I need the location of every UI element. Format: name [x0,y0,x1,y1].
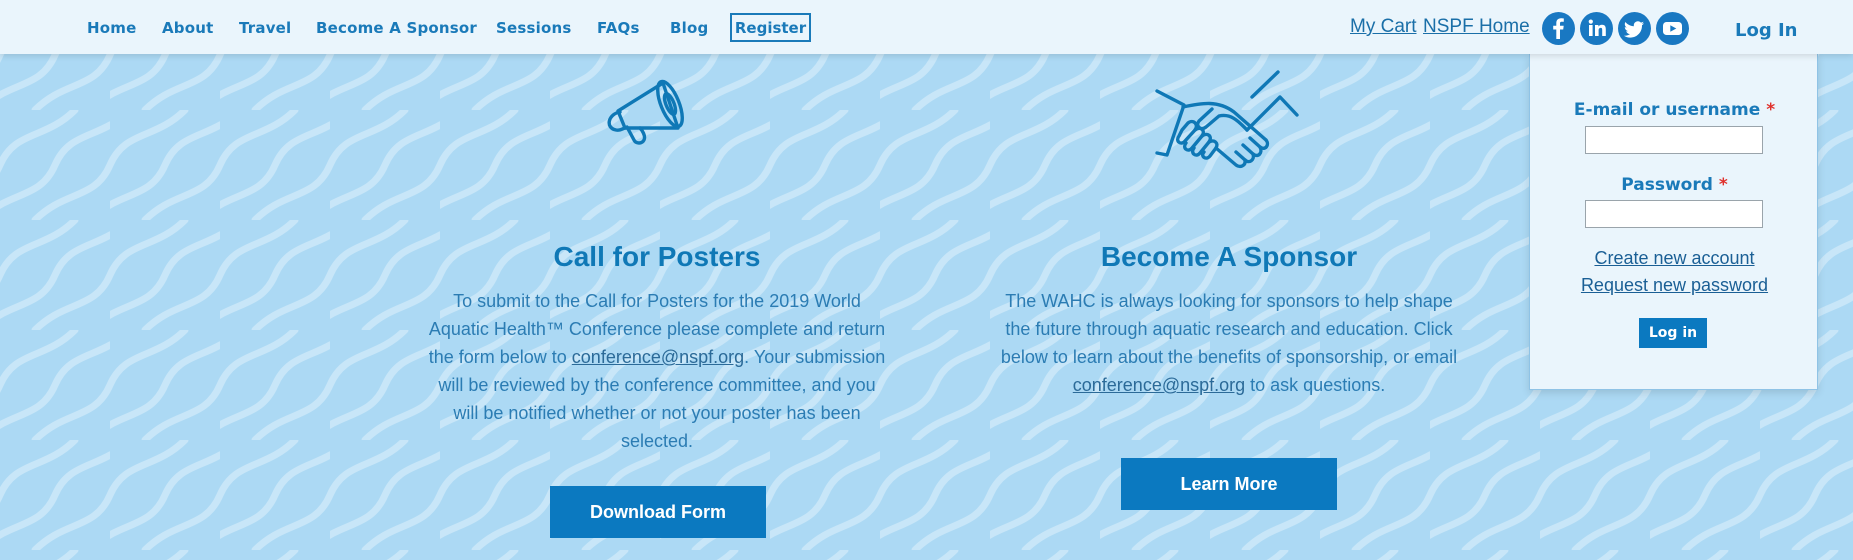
youtube-icon[interactable] [1656,12,1689,45]
nav-blog[interactable]: Blog [670,19,708,37]
nav-about[interactable]: About [162,19,214,37]
twitter-icon[interactable] [1618,12,1651,45]
login-panel: E-mail or username * Password * Create n… [1529,54,1818,390]
sponsor-column: Become A Sponsor The WAHC is always look… [991,241,1467,399]
top-nav: Home About Travel Become A Sponsor Sessi… [0,0,1853,54]
nav-home[interactable]: Home [87,19,136,37]
password-label: Password * [1530,175,1819,195]
nav-travel[interactable]: Travel [239,19,291,37]
nspf-home-link[interactable]: NSPF Home [1423,16,1530,38]
nav-sessions[interactable]: Sessions [496,19,572,37]
sponsor-email-link[interactable]: conference@nspf.org [1073,375,1245,395]
username-label: E-mail or username * [1530,100,1819,120]
linkedin-icon[interactable] [1580,12,1613,45]
nav-faqs[interactable]: FAQs [597,19,640,37]
username-label-text: E-mail or username [1573,100,1761,120]
posters-title: Call for Posters [553,241,761,272]
posters-email-link[interactable]: conference@nspf.org [572,347,744,367]
password-input[interactable] [1585,200,1763,228]
username-input[interactable] [1585,126,1763,154]
required-mark: * [1718,175,1728,195]
sponsor-body-text-1: The WAHC is always looking for sponsors … [1000,291,1458,367]
posters-column: Call for Posters To submit to the Call f… [427,241,887,455]
posters-body: To submit to the Call for Posters for th… [427,287,887,455]
password-label-text: Password [1621,175,1713,195]
my-cart-link[interactable]: My Cart [1350,16,1417,38]
sponsor-body: The WAHC is always looking for sponsors … [991,287,1467,399]
create-account-link[interactable]: Create new account [1530,248,1819,269]
nav-become-a-sponsor[interactable]: Become A Sponsor [316,19,477,37]
facebook-icon[interactable] [1542,12,1575,45]
handshake-icon [1155,70,1299,169]
log-in-button[interactable]: Log in [1639,318,1707,348]
required-mark: * [1766,100,1776,120]
request-password-link[interactable]: Request new password [1530,275,1819,296]
download-form-button[interactable]: Download Form [550,486,766,538]
sponsor-title: Become A Sponsor [1100,241,1358,272]
nav-register-button[interactable]: Register [730,13,811,42]
sponsor-body-text-2: to ask questions. [1245,375,1386,395]
log-in-link[interactable]: Log In [1735,20,1798,41]
learn-more-button[interactable]: Learn More [1121,458,1337,510]
megaphone-icon [607,79,684,145]
